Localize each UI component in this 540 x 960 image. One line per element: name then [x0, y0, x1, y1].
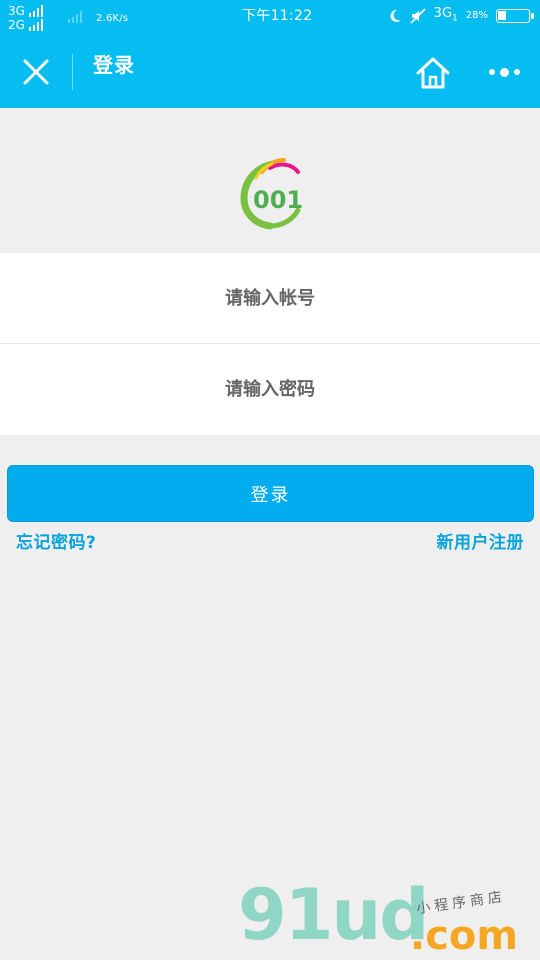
logo-icon: 001: [240, 158, 303, 230]
signal-bars-icon: [28, 19, 43, 31]
more-dot-icon: [513, 69, 520, 75]
more-dot-icon: [488, 69, 495, 75]
network-2g-label: 2G: [8, 18, 25, 32]
battery-icon: ⚡: [496, 7, 534, 24]
charging-bolt-icon: ⚡: [508, 7, 517, 22]
password-input[interactable]: [0, 344, 540, 434]
home-button[interactable]: [412, 52, 454, 94]
wifi-signal-icon: [68, 11, 82, 23]
network-3g-right-sub: 1: [452, 13, 458, 24]
more-dot-icon: [499, 67, 509, 77]
network-3g-label: 3G: [8, 4, 25, 18]
register-link[interactable]: 新用户注册: [437, 528, 525, 553]
watermark: 91ud 小程序商店 .com: [238, 880, 538, 960]
nav-divider: [72, 54, 73, 90]
network-speed: 2.6K/s: [96, 13, 129, 24]
login-screen: 3G 2G 2.6K/s 下午11:22 3G1 28% ⚡ 登录 001 请输…: [0, 0, 540, 960]
close-button[interactable]: [16, 52, 56, 92]
login-button-label: 登录: [250, 484, 291, 506]
network-3g: 3G: [8, 4, 43, 18]
account-field[interactable]: [0, 253, 540, 343]
watermark-domain: .com: [410, 913, 519, 959]
battery-fill: [498, 11, 506, 21]
moon-icon: [390, 10, 401, 23]
app-logo: 001: [236, 156, 306, 230]
signal-bars-icon: [28, 5, 43, 17]
status-bar: 3G 2G 2.6K/s 下午11:22 3G1 28% ⚡: [0, 0, 540, 38]
network-2g: 2G: [8, 18, 43, 32]
top-bar: 3G 2G 2.6K/s 下午11:22 3G1 28% ⚡ 登录: [0, 0, 540, 108]
close-icon: [23, 59, 49, 85]
status-right: 3G1 28% ⚡: [388, 6, 534, 25]
more-button[interactable]: [484, 58, 524, 86]
status-time: 下午11:22: [242, 8, 313, 24]
login-button[interactable]: 登录: [7, 465, 534, 522]
password-field[interactable]: [0, 344, 540, 434]
logo-text: 001: [253, 186, 303, 214]
mute-icon: [410, 8, 426, 24]
watermark-main: 91ud: [238, 874, 429, 956]
network-3g-right: 3G1: [433, 6, 458, 25]
page-title: 登录: [93, 53, 135, 77]
network-indicators: 3G 2G: [8, 4, 43, 32]
account-input[interactable]: [0, 253, 540, 343]
home-icon: [416, 57, 450, 89]
login-form: [0, 253, 540, 435]
nav-bar: 登录: [0, 38, 540, 108]
network-3g-right-label: 3G: [433, 6, 453, 21]
forgot-password-link[interactable]: 忘记密码?: [16, 528, 96, 553]
battery-percent: 28%: [465, 10, 488, 22]
